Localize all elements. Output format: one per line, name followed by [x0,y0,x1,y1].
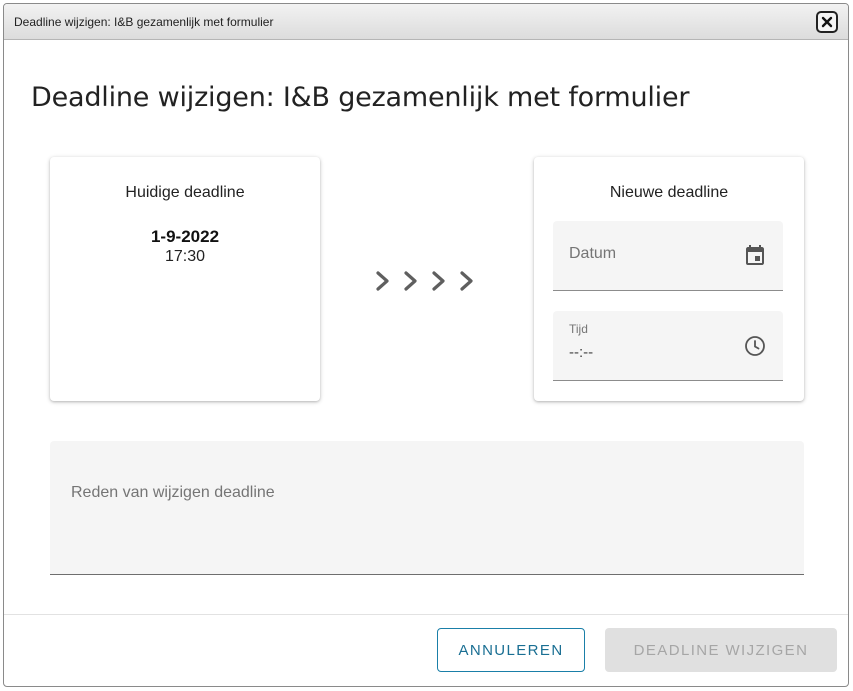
cancel-button[interactable]: ANNULEREN [437,628,585,672]
change-deadline-button[interactable]: DEADLINE WIJZIGEN [605,628,837,672]
calendar-icon[interactable] [743,243,767,267]
dialog-title: Deadline wijzigen: I&B gezamenlijk met f… [31,82,690,113]
window-title: Deadline wijzigen: I&B gezamenlijk met f… [14,15,274,29]
chevron-right-icon [376,271,389,291]
current-deadline-card: Huidige deadline 1-9-2022 17:30 [50,157,320,401]
arrows-indicator [372,266,502,300]
current-deadline-date: 1-9-2022 [150,227,220,246]
time-field-value: --:-- [569,344,594,361]
clock-icon[interactable] [743,334,767,358]
current-deadline-heading: Huidige deadline [125,184,245,201]
new-deadline-card: Nieuwe deadline Datum Tijd --:-- [534,157,804,401]
time-field-label: Tijd [569,322,588,336]
time-field[interactable]: Tijd --:-- [553,311,783,381]
chevron-right-icon [404,271,417,291]
footer-divider [4,614,848,615]
dialog-window: Deadline wijzigen: I&B gezamenlijk met f… [3,3,849,687]
current-deadline-time: 17:30 [164,248,206,265]
close-button[interactable] [816,11,838,33]
new-deadline-heading: Nieuwe deadline [609,184,729,201]
date-field[interactable]: Datum [553,221,783,291]
chevron-right-icon [460,271,473,291]
reason-textarea[interactable]: Reden van wijzigen deadline [50,441,804,575]
reason-placeholder: Reden van wijzigen deadline [71,484,275,501]
window-titlebar[interactable]: Deadline wijzigen: I&B gezamenlijk met f… [4,4,848,40]
date-field-placeholder: Datum [569,245,617,262]
close-icon [821,16,833,28]
chevron-right-icon [432,271,445,291]
